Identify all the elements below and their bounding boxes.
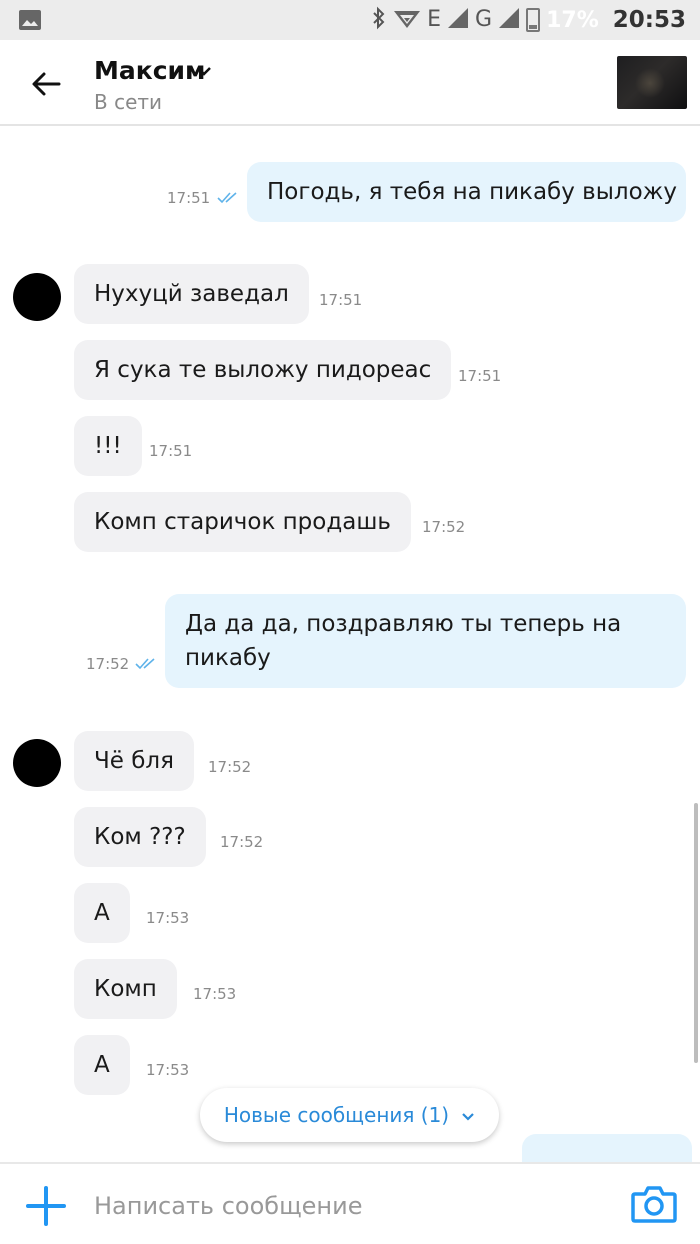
read-checks-icon [217,190,241,209]
contact-status: В сети [94,90,163,114]
chat-header: Максим В сети [0,40,700,126]
camera-button[interactable] [631,1184,677,1228]
message-time: 17:51 [458,367,502,385]
message-bubble-outgoing[interactable]: Да да да, поздравляю ты теперь на пикабу [165,594,686,688]
message-input[interactable] [94,1188,594,1224]
status-bar: E G 17% 20:53 [0,0,700,40]
arrow-left-icon [32,72,61,96]
message-bubble-incoming[interactable]: !!! [74,416,142,476]
message-time: 17:52 [422,518,466,536]
message-bubble-incoming[interactable]: Я сука те выложу пидореас [74,340,452,400]
bluetooth-icon [371,6,387,34]
scrollbar[interactable] [694,803,698,1063]
message-bubble-incoming[interactable]: Чё бля [74,731,194,791]
network-type-e: E [427,7,442,32]
message-bubble-incoming[interactable]: Комп старичок продашь [74,492,411,552]
message-time: 17:51 [149,442,193,460]
message-bubble-incoming[interactable]: Комп [74,959,177,1019]
message-time: 17:51 [319,291,363,309]
message-time: 17:52 [220,833,264,851]
back-button[interactable] [26,64,66,104]
wifi-icon [393,7,421,33]
message-bubble-incoming[interactable]: А [74,1035,130,1095]
message-list[interactable]: Погодь, я тебя на пикабу выложу 17:51 Ну… [0,128,700,1160]
chat-screen: E G 17% 20:53 Максим В сети Погодь, я те… [0,0,700,1244]
contact-name[interactable]: Максим [94,56,206,85]
chevron-down-icon [461,1103,475,1127]
camera-icon [631,1186,677,1223]
sender-avatar[interactable] [13,273,61,321]
new-messages-label: Новые сообщения (1) [223,1103,450,1127]
gallery-notification-icon [18,9,42,31]
sender-avatar[interactable] [13,739,61,787]
signal-icon-2 [498,7,520,33]
plus-icon [26,1186,66,1226]
message-time: 17:52 [86,655,130,673]
message-time: 17:51 [167,189,211,207]
message-time: 17:53 [146,1061,190,1079]
signal-icon-1 [447,7,469,33]
chevron-down-icon[interactable] [196,62,212,81]
clock: 20:53 [612,7,686,33]
new-messages-button[interactable]: Новые сообщения (1) [200,1088,499,1142]
contact-avatar[interactable] [617,56,687,109]
read-checks-icon [135,656,159,675]
message-bubble-incoming[interactable]: Нухуцй заведал [74,264,309,324]
message-bubble-incoming[interactable]: А [74,883,130,943]
message-bubble-incoming[interactable]: Ком ??? [74,807,206,867]
battery-icon [526,8,541,32]
network-type-g: G [475,7,493,32]
message-bubble-outgoing[interactable]: Погодь, я тебя на пикабу выложу [247,162,686,222]
message-composer [0,1162,700,1244]
battery-percent: 17% [546,7,599,33]
message-time: 17:53 [193,985,237,1003]
message-time: 17:53 [146,909,190,927]
add-attachment-button[interactable] [24,1184,68,1228]
message-time: 17:52 [208,758,252,776]
